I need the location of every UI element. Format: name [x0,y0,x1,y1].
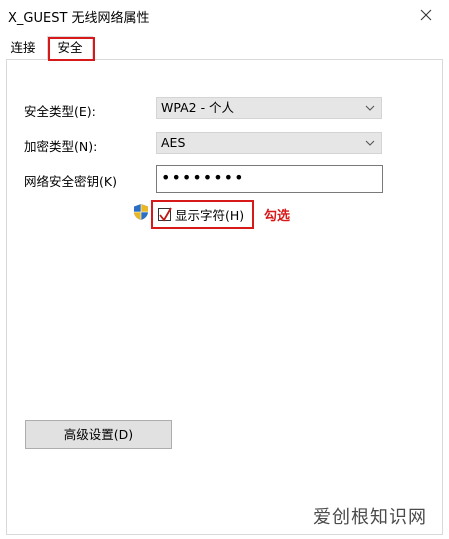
network-key-label: 网络安全密钥(K) [24,174,117,189]
chevron-down-icon [365,140,375,146]
network-key-input[interactable]: •••••••• [156,165,383,193]
watermark: 爱创根知识网 [313,507,427,528]
show-characters-label: 显示字符(H) [175,208,245,223]
wireless-properties-window: X_GUEST 无线网络属性 连接 安全 安全类型(E): WPA2 - 个人 … [0,0,449,539]
close-button[interactable] [403,0,449,30]
tab-connection[interactable]: 连接 [6,38,40,58]
title-bar: X_GUEST 无线网络属性 [0,0,449,32]
tab-strip: 连接 安全 [0,32,449,60]
tab-security[interactable]: 安全 [47,36,93,60]
security-type-value: WPA2 - 个人 [161,100,235,115]
checkmark-icon [159,207,172,222]
security-type-select[interactable]: WPA2 - 个人 [156,97,382,119]
security-panel [6,59,443,535]
security-type-label: 安全类型(E): [24,104,96,119]
uac-shield-icon [134,204,148,220]
chevron-down-icon [365,105,375,111]
window-title: X_GUEST 无线网络属性 [8,11,150,26]
show-characters-checkbox-row[interactable]: 显示字符(H) [151,200,254,229]
encryption-type-label: 加密类型(N): [24,139,98,154]
show-characters-checkbox[interactable] [158,207,172,222]
encryption-type-select[interactable]: AES [156,132,382,154]
encryption-type-value: AES [161,135,186,150]
advanced-settings-button[interactable]: 高级设置(D) [25,420,172,449]
close-icon [420,9,432,21]
annotation-check-hint: 勾选 [264,209,291,224]
